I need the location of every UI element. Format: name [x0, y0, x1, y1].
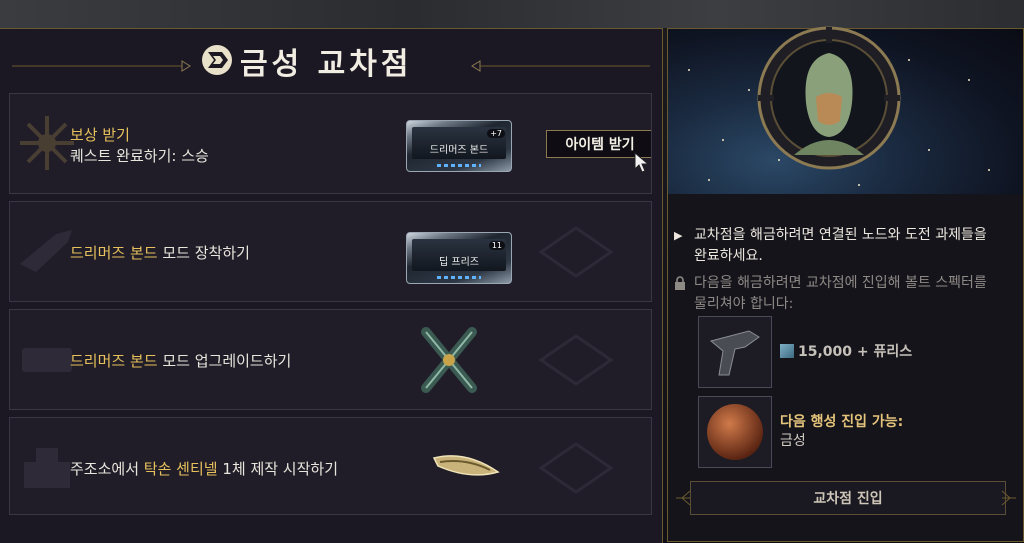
equip-mod-card[interactable]: 11 딥 프리즈: [406, 232, 512, 284]
task-row-build-sentinel: 주조소에서 탁손 센티넬 1체 제작 시작하기: [9, 417, 652, 515]
upgrade-silhouette-icon: [22, 348, 72, 372]
page-title: 금성 교차점: [240, 47, 413, 82]
top-band: [0, 0, 1024, 28]
row-title: 드리머즈 본드 모드 장착하기: [70, 244, 250, 262]
sentinel-icon: [432, 455, 500, 476]
boss-weapon-reward-box[interactable]: [698, 316, 772, 388]
lock-requirement-text: 다음을 해금하려면 교차점에 진입해 볼트 스펙터를 물리쳐야 합니다:: [675, 273, 1004, 315]
button-ornament-icon: [676, 490, 1016, 506]
mod-name: 딥 프리즈: [439, 257, 479, 268]
task-row-upgrade-mod: 드리머즈 본드 모드 업그레이드하기: [9, 309, 652, 410]
junction-logo-icon: [202, 45, 232, 75]
objective-text: ▶ 교차점을 해금하려면 연결된 노드와 도전 과제들을 완료하세요.: [674, 227, 987, 264]
row-title: 주조소에서 탁손 센티넬 1체 제작 시작하기: [70, 460, 339, 478]
planet-venus-icon: [707, 404, 763, 460]
header-ornament-right-icon: [471, 60, 650, 72]
mod-rank: +7: [487, 129, 505, 138]
credits-icon: [780, 344, 794, 358]
junction-panel: 금성 교차점 보상 받기 퀘스트 완료하기: 스승 +7 드리머즈 본드 아이템…: [0, 28, 663, 543]
mod-name: 드리머즈 본드: [429, 145, 489, 156]
mod-fusion-icon: [421, 327, 477, 393]
task-row-equip-mod: 드리머즈 본드 모드 장착하기 11 딥 프리즈: [9, 201, 652, 302]
junction-info-panel: ▶ 교차점을 해금하려면 연결된 노드와 도전 과제들을 완료하세요. 다음을 …: [667, 26, 1024, 542]
reward-mod-card[interactable]: +7 드리머즈 본드: [406, 120, 512, 172]
row-title: 보상 받기: [70, 126, 130, 144]
header-ornament-left-icon: [12, 60, 191, 72]
mod-rank: 11: [488, 241, 505, 250]
task-row-reward: 보상 받기 퀘스트 완료하기: 스승 +7 드리머즈 본드 아이템 받기: [9, 93, 652, 194]
specter-portrait-icon: [757, 26, 901, 170]
cost-text: 15,000 + 퓨리스: [780, 341, 912, 361]
reward-burst-icon: [20, 116, 74, 170]
play-arrow-icon: ▶: [674, 229, 683, 242]
foundry-silhouette-icon: [24, 448, 70, 488]
row-ghost-emblem-icon: [538, 226, 614, 278]
next-planet-text: 다음 행성 진입 가능: 금성: [780, 414, 904, 449]
panel-header: 금성 교차점: [0, 29, 662, 91]
mouse-cursor-icon: [634, 152, 650, 173]
pistol-icon: [709, 330, 760, 376]
lock-icon: [675, 276, 685, 290]
row-subtitle: 퀘스트 완료하기: 스승: [70, 147, 209, 165]
row-title: 드리머즈 본드 모드 업그레이드하기: [70, 352, 292, 370]
row-ghost-emblem-icon: [538, 442, 614, 494]
next-planet-box[interactable]: [698, 396, 772, 468]
weapon-silhouette-icon: [20, 230, 72, 272]
row-ghost-emblem-icon: [538, 334, 614, 386]
